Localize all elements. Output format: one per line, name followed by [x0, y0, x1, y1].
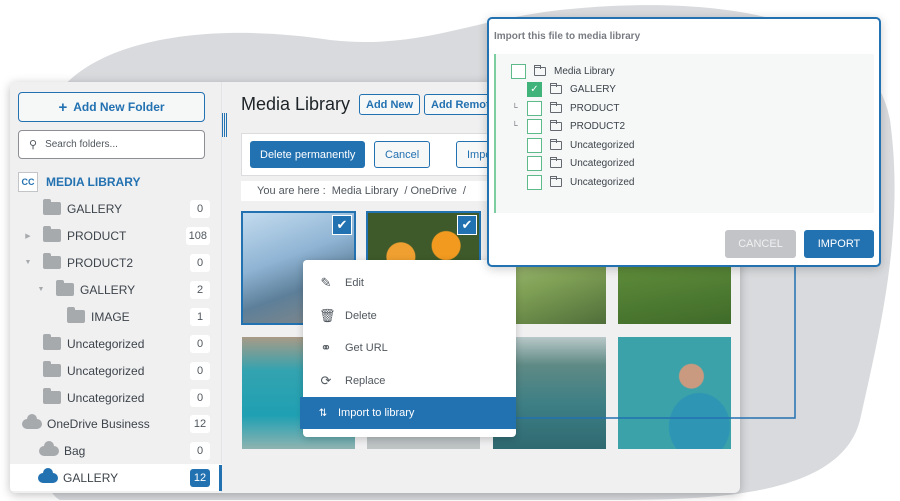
tree-option-gallery[interactable]: ✓ GALLERY — [527, 82, 616, 97]
tree-option-uncategorized[interactable]: Uncategorized — [527, 138, 634, 153]
option-label: GALLERY — [570, 84, 616, 95]
tree-option-uncategorized[interactable]: Uncategorized — [527, 175, 634, 190]
menu-label: Get URL — [345, 342, 388, 354]
folder-outline-icon — [550, 120, 562, 131]
import-dialog: Import this file to media library Media … — [487, 17, 881, 267]
menu-item-get-url[interactable]: ⚭ Get URL — [303, 332, 516, 364]
menu-label: Delete — [345, 310, 377, 322]
folder-outline-icon — [534, 65, 546, 76]
checkbox[interactable] — [527, 156, 542, 171]
folder-tree-panel: Media Library ✓ GALLERY └ PRODUCT └ PRODU… — [494, 54, 874, 213]
checkbox[interactable] — [527, 119, 542, 134]
option-label: Uncategorized — [570, 140, 635, 151]
checkbox[interactable] — [527, 138, 542, 153]
tree-option-product2[interactable]: PRODUCT2 — [527, 119, 625, 134]
folder-outline-icon — [550, 139, 562, 150]
tree-option-product[interactable]: PRODUCT — [527, 101, 619, 116]
checkbox[interactable] — [527, 175, 542, 190]
menu-item-replace[interactable]: ⟳ Replace — [303, 365, 516, 397]
menu-label: Edit — [345, 277, 364, 289]
trash-icon: 🗑 — [319, 308, 336, 323]
option-label: Uncategorized — [570, 158, 635, 169]
dialog-cancel-button[interactable]: CANCEL — [725, 230, 796, 258]
dialog-title: Import this file to media library — [494, 31, 641, 42]
link-icon: ⚭ — [320, 340, 332, 355]
menu-label: Import to library — [338, 407, 415, 419]
option-label: Uncategorized — [570, 177, 635, 188]
dialog-import-button[interactable]: IMPORT — [804, 230, 874, 258]
checkbox-checked[interactable]: ✓ — [527, 82, 542, 97]
folder-outline-icon — [550, 176, 562, 187]
option-label: PRODUCT — [570, 103, 620, 114]
import-icon: ⇅ — [318, 407, 328, 419]
menu-item-import-to-library[interactable]: ⇅ Import to library — [300, 397, 516, 429]
option-label: PRODUCT2 — [570, 121, 626, 132]
tree-option-media-library[interactable]: Media Library — [511, 64, 615, 79]
folder-outline-icon — [550, 157, 562, 168]
expand-toggle-icon[interactable]: └ — [512, 121, 518, 130]
tree-option-uncategorized[interactable]: Uncategorized — [527, 156, 634, 171]
menu-item-edit[interactable]: ✎ Edit — [303, 267, 516, 299]
option-label: Media Library — [554, 66, 615, 77]
expand-toggle-icon[interactable]: └ — [512, 103, 518, 112]
pencil-icon: ✎ — [320, 275, 332, 290]
checkbox[interactable] — [527, 101, 542, 116]
menu-item-delete[interactable]: 🗑 Delete — [303, 300, 516, 332]
menu-label: Replace — [345, 375, 386, 387]
folder-outline-icon — [550, 102, 562, 113]
refresh-icon: ⟳ — [320, 373, 332, 388]
checkbox[interactable] — [511, 64, 526, 79]
folder-outline-icon — [550, 83, 562, 94]
context-menu: ✎ Edit 🗑 Delete ⚭ Get URL ⟳ Replace ⇅ Import … — [300, 260, 516, 437]
